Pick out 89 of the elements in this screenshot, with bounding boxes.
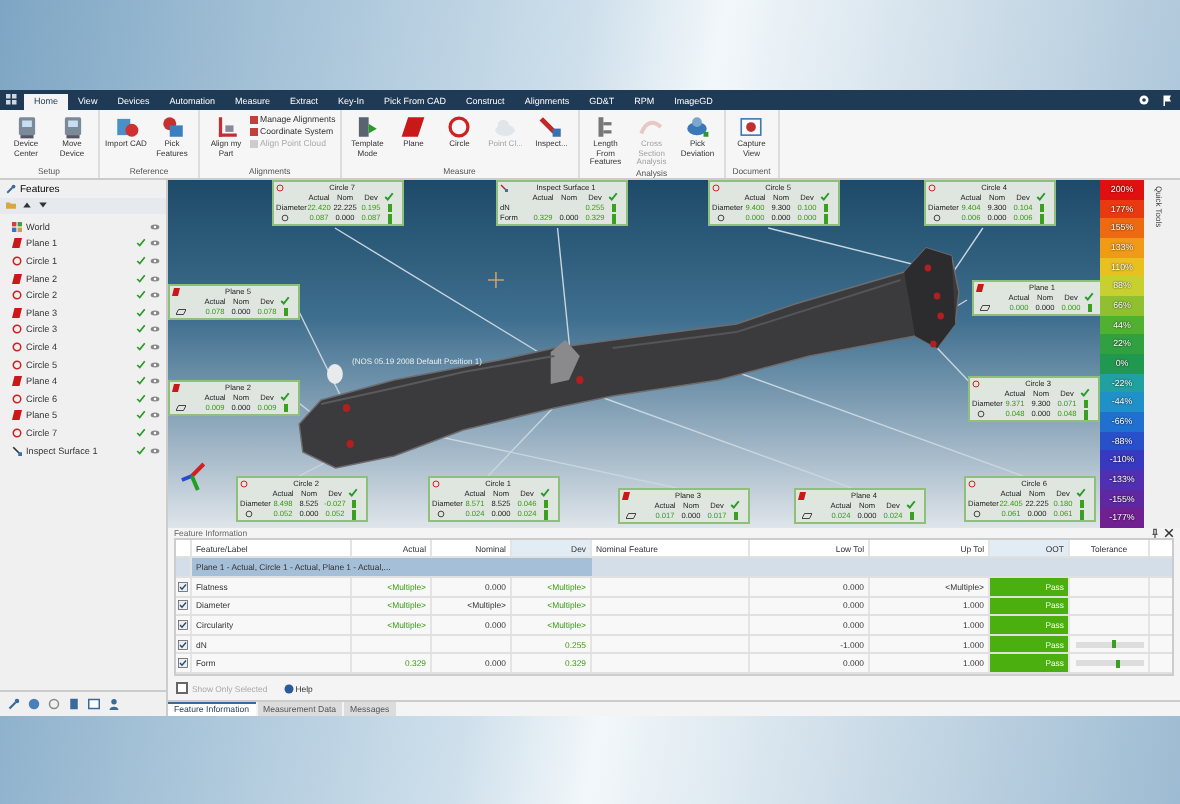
circle-icon <box>432 479 440 487</box>
device-icon <box>13 114 39 140</box>
wrench-icon[interactable] <box>8 698 20 710</box>
axis-triad-icon <box>181 462 206 491</box>
circle-icon <box>12 255 22 266</box>
circularity-icon <box>976 410 986 419</box>
eye-icon[interactable] <box>150 307 160 318</box>
eye-icon[interactable] <box>150 410 160 421</box>
plane-icon <box>622 491 630 499</box>
document-icon[interactable] <box>68 698 80 710</box>
plane-icon <box>172 287 180 295</box>
down-arrow-icon[interactable] <box>38 200 48 210</box>
circle-icon <box>446 114 473 140</box>
eye-icon[interactable] <box>150 341 160 352</box>
device-icon <box>59 114 85 140</box>
app-menu-icon[interactable] <box>6 94 18 106</box>
circle-icon <box>968 479 976 487</box>
circularity-icon <box>436 510 446 519</box>
plane-icon <box>12 376 22 387</box>
plane-icon <box>12 238 22 249</box>
plane-icon <box>798 491 806 499</box>
probe-icon <box>500 183 508 191</box>
row-checkbox[interactable] <box>178 581 188 592</box>
plane-icon <box>400 114 427 140</box>
probe-icon <box>12 445 22 456</box>
circularity-icon <box>244 510 254 519</box>
plane-icon <box>976 283 984 291</box>
pin-icon[interactable] <box>1150 528 1160 539</box>
eye-icon[interactable] <box>150 393 160 404</box>
blob-icon <box>684 114 711 140</box>
circle-icon <box>276 183 284 191</box>
eye-icon[interactable] <box>150 376 160 387</box>
circularity-icon <box>932 214 942 223</box>
eye-icon[interactable] <box>150 359 160 370</box>
axes-icon <box>213 114 239 140</box>
flatness-icon <box>176 404 186 413</box>
play-icon <box>354 114 381 140</box>
plane-icon <box>12 410 22 421</box>
flatness-icon <box>802 512 812 521</box>
row-checkbox[interactable] <box>178 639 188 650</box>
plane-icon <box>172 383 180 391</box>
eye-icon[interactable] <box>150 445 160 456</box>
eye-icon[interactable] <box>150 238 160 249</box>
circle-icon <box>972 379 980 387</box>
eye-icon[interactable] <box>150 255 160 266</box>
circularity-icon <box>716 214 726 223</box>
image-icon[interactable] <box>88 698 100 710</box>
globe-icon[interactable] <box>28 698 40 710</box>
row-checkbox[interactable] <box>178 600 188 611</box>
wrench-icon <box>6 184 16 194</box>
plane-icon <box>12 307 22 318</box>
person-icon[interactable] <box>108 698 120 710</box>
up-arrow-icon[interactable] <box>22 200 32 210</box>
row-checkbox[interactable] <box>178 620 188 631</box>
eye-icon[interactable] <box>150 290 160 301</box>
circularity-icon <box>280 214 290 223</box>
circle-icon <box>12 324 22 335</box>
flatness-icon <box>980 304 990 313</box>
settings-icon[interactable] <box>1138 94 1150 106</box>
features-icon <box>159 114 185 140</box>
help-icon[interactable] <box>283 683 294 693</box>
square-icon <box>250 115 258 123</box>
eye-icon[interactable] <box>150 221 160 232</box>
grid-icon <box>12 221 22 232</box>
cad-import-icon <box>113 114 139 140</box>
flatness-icon <box>176 308 186 317</box>
probe-icon <box>538 114 565 140</box>
circle-icon <box>12 427 22 438</box>
circle-icon[interactable] <box>48 698 60 710</box>
eye-icon[interactable] <box>150 273 160 284</box>
circle-icon <box>928 183 936 191</box>
probe-sphere-drawing <box>327 364 343 384</box>
circle-icon <box>12 290 22 301</box>
square-icon <box>250 139 258 147</box>
square-icon <box>250 127 258 135</box>
circle-icon <box>12 359 22 370</box>
eye-icon[interactable] <box>150 324 160 335</box>
circle-icon <box>712 183 720 191</box>
close-icon[interactable] <box>1164 528 1174 539</box>
crosshair-icon <box>487 271 505 289</box>
row-checkbox[interactable] <box>178 658 188 669</box>
plane-icon <box>12 273 22 284</box>
eye-icon[interactable] <box>150 427 160 438</box>
flatness-icon <box>626 512 636 521</box>
circle-icon <box>240 479 248 487</box>
flag-icon[interactable] <box>1162 94 1174 106</box>
circularity-icon <box>972 510 982 519</box>
circle-icon <box>12 341 22 352</box>
circle-icon <box>12 393 22 404</box>
